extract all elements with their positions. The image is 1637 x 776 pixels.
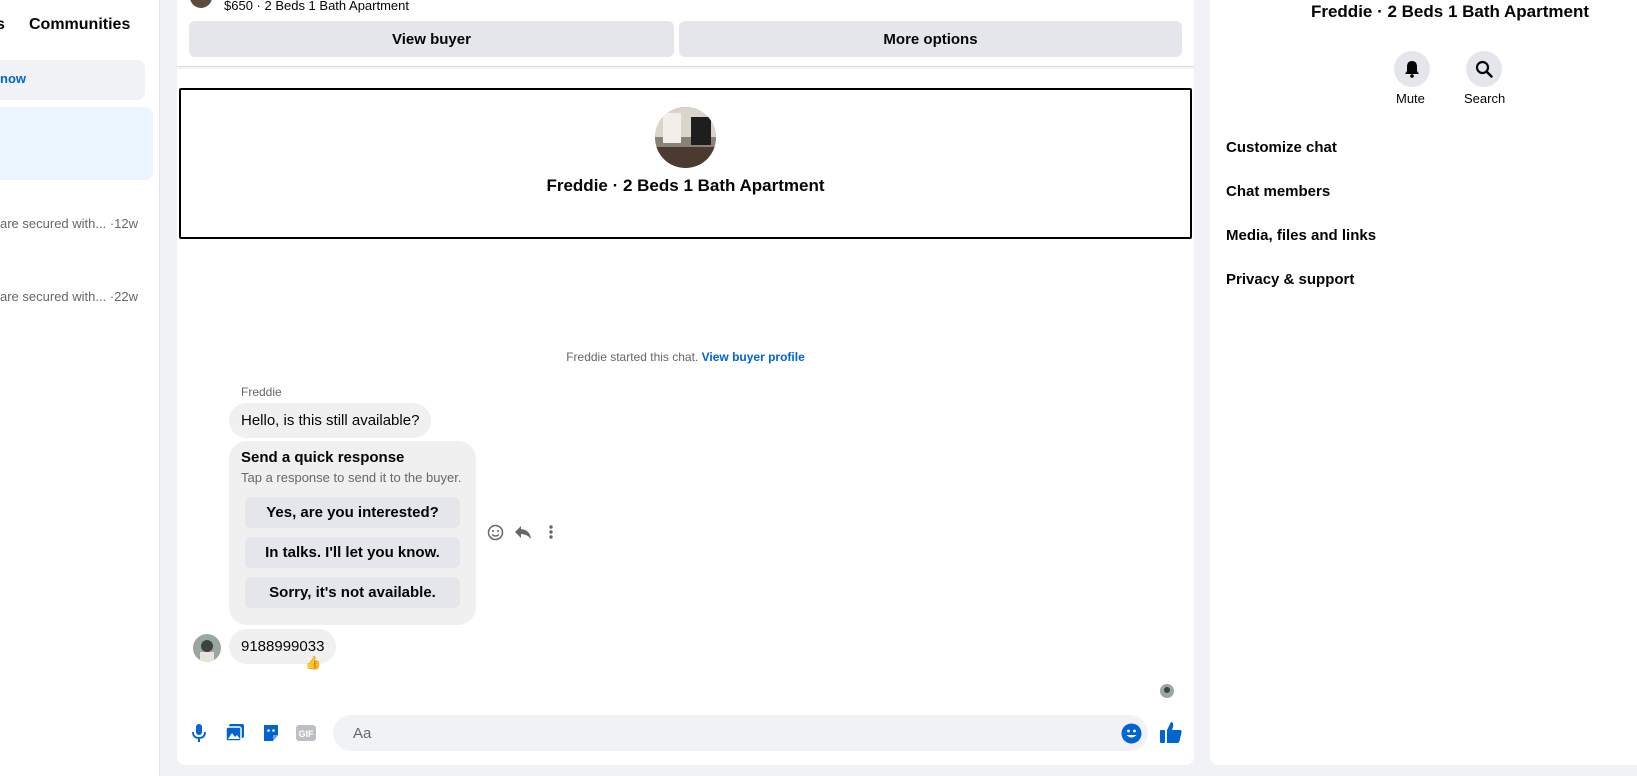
chat-info-panel	[1210, 0, 1637, 765]
view-buyer-profile-link[interactable]: View buyer profile	[702, 350, 805, 364]
mute-label: Mute	[1396, 91, 1425, 106]
message-bubble[interactable]: Hello, is this still available?	[229, 403, 432, 438]
privacy-support-item[interactable]: Privacy & support	[1226, 271, 1354, 288]
seen-avatar-icon	[1160, 684, 1174, 698]
quick-response-option[interactable]: In talks. I'll let you know.	[245, 537, 460, 568]
emoji-icon[interactable]	[1121, 723, 1142, 744]
photo-icon[interactable]	[224, 722, 246, 744]
sender-avatar[interactable]	[193, 634, 221, 662]
message-input[interactable]	[333, 715, 1148, 751]
search-label: Search	[1464, 91, 1506, 106]
active-conversation-item[interactable]	[0, 107, 153, 180]
quick-response-subtitle: Tap a response to send it to the buyer.	[241, 470, 462, 485]
conversation-preview[interactable]: are secured with... ·12w	[0, 216, 138, 231]
quick-response-title: Send a quick response	[241, 449, 405, 466]
react-icon[interactable]	[485, 522, 505, 542]
quick-response-option[interactable]: Yes, are you interested?	[245, 497, 460, 528]
chat-started-text: Freddie started this chat.	[566, 350, 699, 364]
now-link[interactable]: now	[0, 71, 26, 86]
media-files-links-item[interactable]: Media, files and links	[1226, 227, 1376, 244]
search-button[interactable]	[1466, 51, 1502, 87]
gif-label: GIF	[299, 729, 315, 739]
conversation-sidebar: s Communities now are secured with... ·1…	[0, 0, 160, 776]
profile-avatar[interactable]	[655, 107, 716, 168]
gif-icon[interactable]: GIF	[295, 722, 317, 744]
header-divider	[177, 66, 1194, 67]
chat-members-item[interactable]: Chat members	[1226, 183, 1330, 200]
sticker-icon[interactable]	[260, 722, 282, 744]
info-panel-title: Freddie · 2 Beds 1 Bath Apartment	[1310, 2, 1590, 21]
listing-title: $650 · 2 Beds 1 Bath Apartment	[224, 0, 410, 13]
tab-partial[interactable]: s	[0, 16, 5, 34]
profile-name: Freddie · 2 Beds 1 Bath Apartment	[546, 176, 825, 195]
thumbs-up-icon[interactable]	[1159, 720, 1185, 746]
sender-name: Freddie	[241, 385, 282, 399]
thumbs-up-reaction[interactable]: 👍	[305, 655, 321, 671]
more-actions-icon[interactable]	[541, 522, 561, 542]
quick-response-option[interactable]: Sorry, it's not available.	[245, 577, 460, 608]
reply-icon[interactable]	[513, 522, 533, 542]
chat-started-notice: Freddie started this chat. View buyer pr…	[179, 350, 1192, 364]
view-buyer-button[interactable]: View buyer	[189, 21, 674, 57]
microphone-icon[interactable]	[188, 722, 210, 744]
customize-chat-item[interactable]: Customize chat	[1226, 139, 1337, 156]
mute-button[interactable]	[1394, 51, 1430, 87]
more-options-button[interactable]: More options	[679, 21, 1182, 57]
tab-communities[interactable]: Communities	[29, 16, 130, 34]
message-placeholder: Aa	[353, 725, 372, 742]
conversation-preview[interactable]: are secured with... ·22w	[0, 289, 138, 304]
